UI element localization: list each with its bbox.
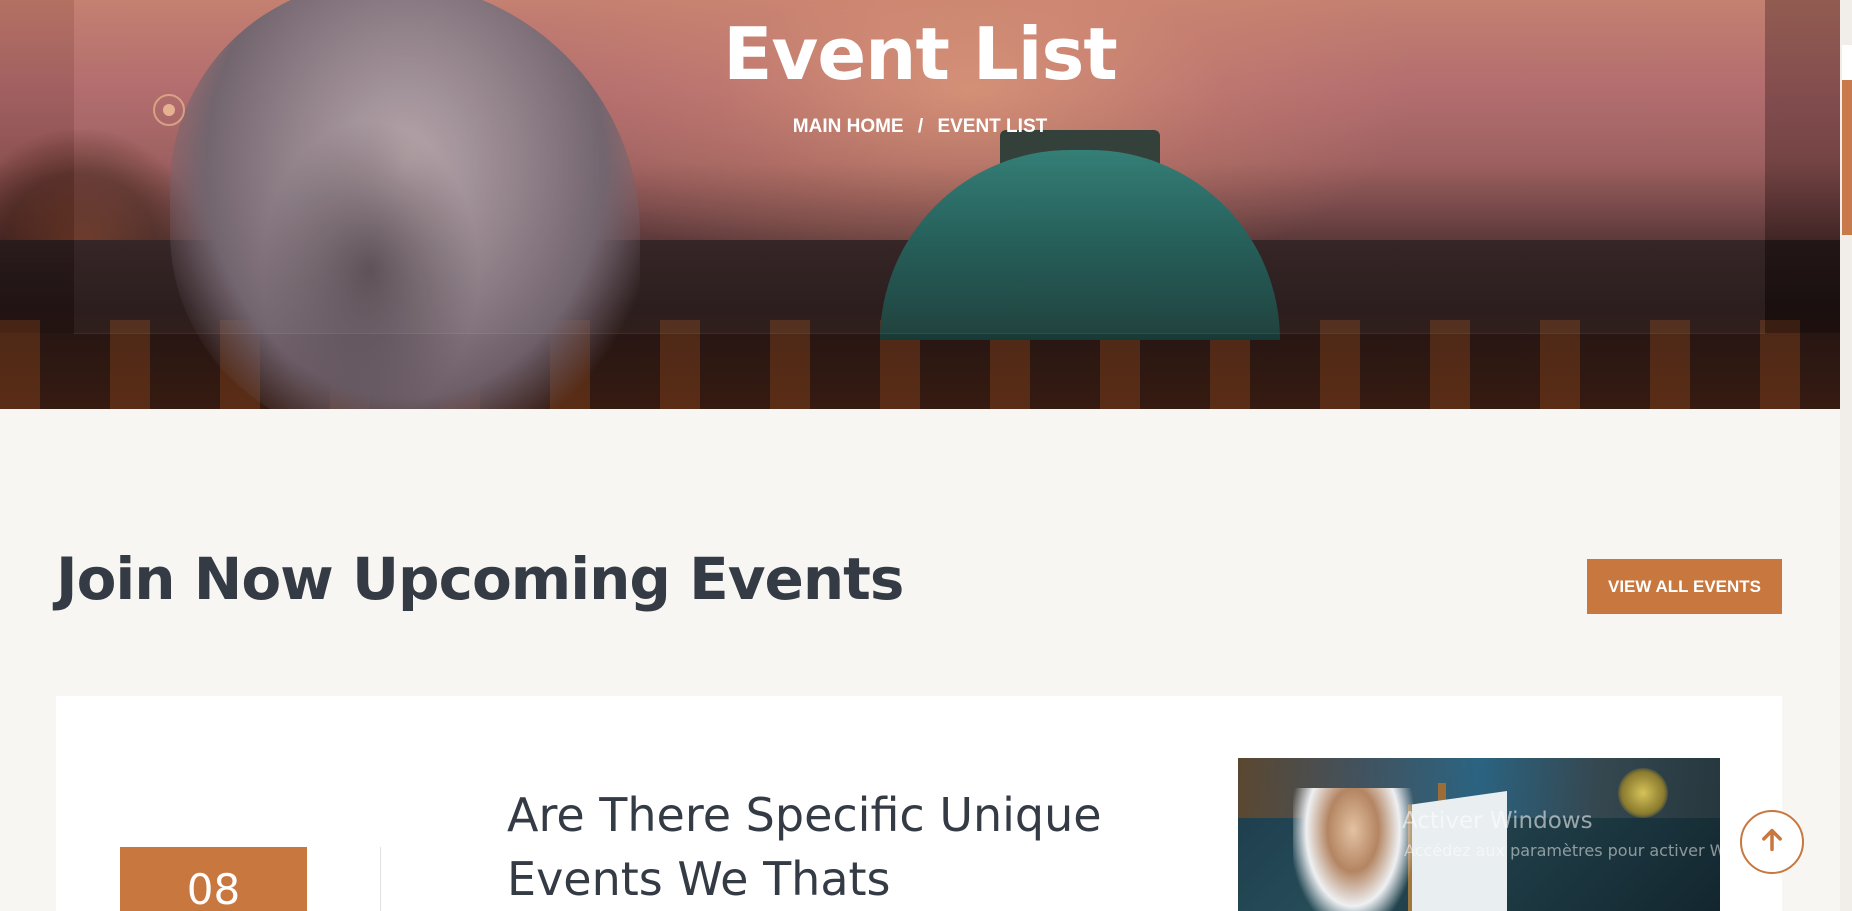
breadcrumb: MAIN HOME / EVENT LIST (0, 116, 1840, 138)
back-to-top-button[interactable] (1740, 810, 1804, 874)
section-title: Join Now Upcoming Events (56, 545, 904, 613)
image-lamp (1618, 768, 1668, 818)
windows-activation-subtitle: Accédez aux paramètres pour activer Wind… (1404, 841, 1787, 860)
scrollbar-thumb[interactable] (1842, 80, 1852, 235)
event-date-badge: 08 (120, 847, 307, 911)
scrollbar-track-top (1842, 45, 1852, 80)
arrow-up-icon (1758, 826, 1786, 858)
event-title[interactable]: Are There Specific Unique Events We That… (507, 783, 1147, 911)
breadcrumb-separator: / (917, 116, 924, 137)
windows-activation-title: Activer Windows (1402, 808, 1593, 834)
breadcrumb-current: EVENT LIST (937, 116, 1048, 137)
event-image[interactable] (1238, 758, 1720, 911)
hero-banner: Event List MAIN HOME / EVENT LIST (0, 0, 1840, 409)
breadcrumb-home-link[interactable]: MAIN HOME (793, 116, 904, 137)
page-title: Event List (723, 12, 1118, 96)
view-all-events-button[interactable]: VIEW ALL EVENTS (1587, 559, 1782, 614)
image-artist (1293, 788, 1413, 911)
event-card-divider (380, 847, 381, 911)
